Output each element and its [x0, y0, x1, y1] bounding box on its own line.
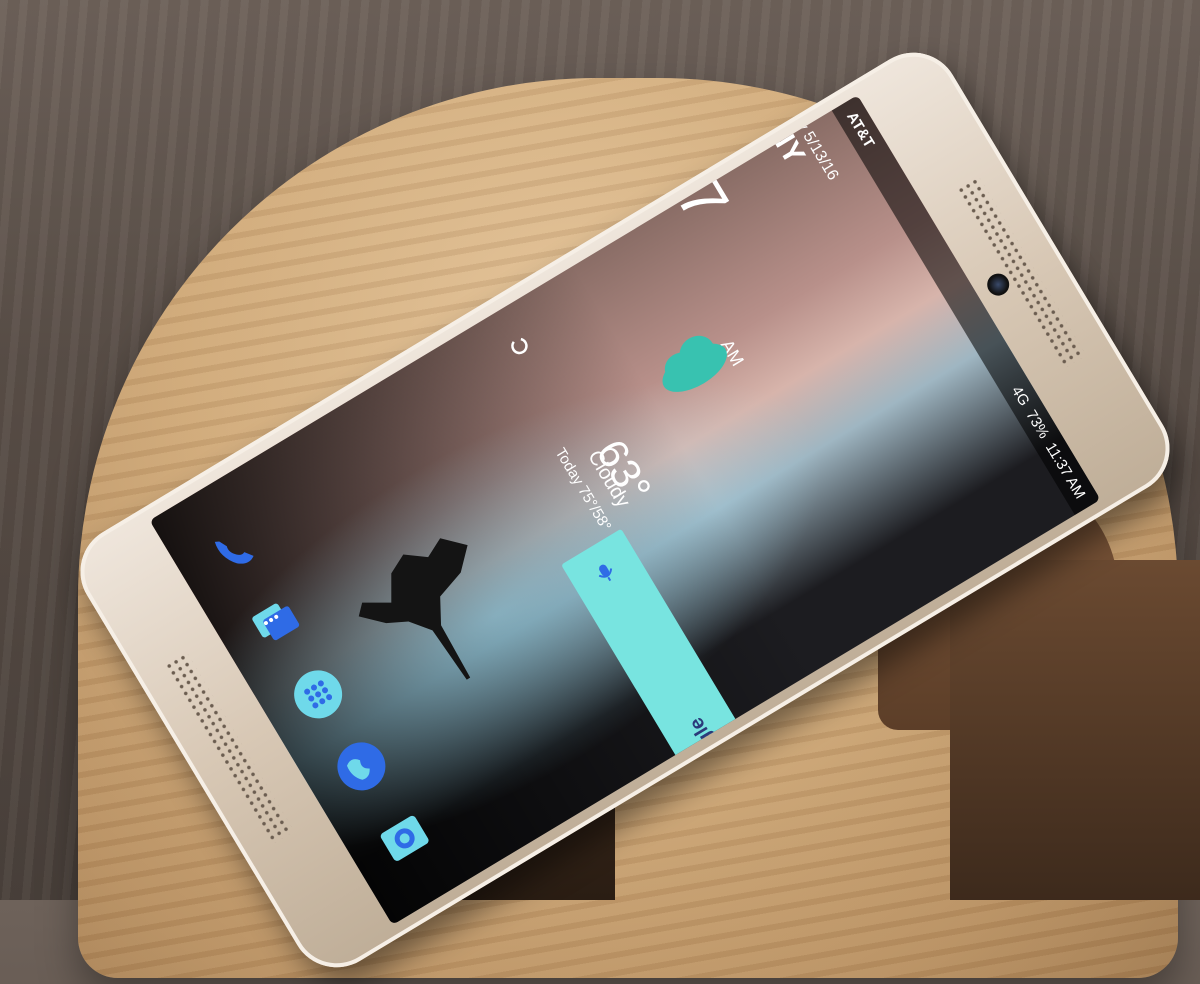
mic-icon[interactable]: [589, 556, 622, 589]
battery-indicator: 73%: [1022, 406, 1053, 442]
browser-icon[interactable]: [323, 728, 400, 805]
cloud-icon: [662, 335, 727, 392]
network-indicator: 4G: [1007, 382, 1033, 409]
refresh-icon[interactable]: [504, 331, 534, 361]
app-drawer-icon[interactable]: [280, 656, 357, 733]
stand-notch-shadow: [950, 560, 1200, 900]
messages-icon[interactable]: [236, 584, 313, 661]
